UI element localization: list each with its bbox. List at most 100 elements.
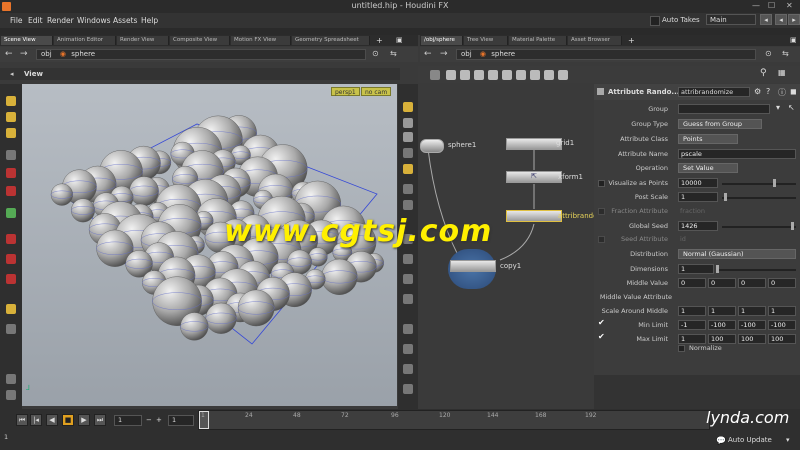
select-edges-icon[interactable] — [6, 128, 16, 138]
auto-takes-checkbox[interactable] — [650, 16, 660, 26]
pin-icon[interactable]: ⊙ — [765, 49, 772, 58]
middle-value-z[interactable]: 0 — [738, 278, 766, 288]
shaded-icon[interactable] — [403, 132, 413, 142]
tools-menu-icon[interactable] — [6, 390, 16, 400]
menu-windows[interactable]: Windows — [77, 16, 110, 25]
menu-edit[interactable]: Edit — [28, 16, 43, 25]
jump-end-icon[interactable]: ⏭ — [94, 414, 106, 426]
max-limit-w[interactable]: 100 — [768, 334, 796, 344]
pane-menu-icon[interactable]: ▣ — [396, 36, 403, 44]
play-icon[interactable]: ▶ — [78, 414, 90, 426]
chat-icon[interactable]: 💬 — [716, 436, 726, 445]
display-options-icon[interactable] — [6, 374, 16, 384]
select-tool-icon[interactable] — [6, 96, 16, 106]
distribution-dropdown[interactable]: Normal (Gaussian) — [678, 249, 796, 259]
tab-scene-view[interactable]: Scene View — [1, 36, 53, 45]
scale-middle-w[interactable]: 1 — [768, 306, 796, 316]
tab-animation-editor[interactable]: Animation Editor — [54, 36, 116, 45]
snap-icon[interactable] — [6, 304, 16, 314]
desktop-next-icon[interactable]: ▸ — [788, 14, 800, 25]
normal-display-icon[interactable] — [403, 254, 413, 264]
post-scale-slider[interactable] — [722, 197, 796, 199]
operation-dropdown[interactable]: Set Value — [678, 163, 738, 173]
play-reverse-icon[interactable]: ◀ — [46, 414, 58, 426]
back-arrow-icon[interactable]: ← — [424, 49, 432, 59]
rotate-tool-icon[interactable] — [6, 168, 16, 178]
search-icon[interactable]: ⚲ — [760, 68, 767, 78]
post-scale-field[interactable]: 1 — [678, 192, 718, 202]
tab-composite-view[interactable]: Composite View — [170, 36, 230, 45]
step-plus-icon[interactable]: + — [156, 416, 162, 424]
seed-attribute-field[interactable]: id — [680, 235, 686, 243]
shape-palette-icon[interactable] — [516, 70, 526, 80]
magnet-icon[interactable] — [6, 274, 16, 284]
ghost-icon[interactable] — [403, 200, 413, 210]
pane-menu-icon[interactable]: ▣ — [790, 36, 797, 44]
primitive-display-icon[interactable] — [403, 294, 413, 304]
stop-icon[interactable]: ■ — [62, 414, 74, 426]
forward-arrow-icon[interactable]: → — [20, 49, 28, 59]
camera-icon[interactable] — [403, 184, 413, 194]
node-name-field[interactable]: attribrandomize — [678, 87, 750, 97]
dimensions-slider-knob[interactable] — [716, 265, 719, 273]
visualize-points-field[interactable]: 10000 — [678, 178, 718, 188]
network-tool-icon[interactable] — [430, 70, 440, 80]
current-frame-field[interactable]: 1 — [114, 415, 142, 426]
color-palette-icon[interactable] — [502, 70, 512, 80]
min-limit-y[interactable]: -100 — [708, 320, 736, 330]
gear-icon[interactable]: ⚙ — [754, 87, 761, 96]
tile-mode-icon[interactable] — [460, 70, 470, 80]
tab-asset-browser[interactable]: Asset Browser — [568, 36, 622, 45]
camera-badge[interactable]: no cam — [361, 87, 392, 96]
camera-mode-badge[interactable]: persp1 — [331, 87, 360, 96]
path-root[interactable]: obj — [461, 50, 472, 58]
vertex-display-icon[interactable] — [403, 274, 413, 284]
subnet-icon[interactable] — [558, 70, 568, 80]
forward-arrow-icon[interactable]: → — [440, 49, 448, 59]
text-display-icon[interactable] — [403, 384, 413, 394]
min-limit-z[interactable]: -100 — [738, 320, 766, 330]
add-tab-icon[interactable]: + — [376, 36, 383, 45]
dimensions-slider[interactable] — [718, 269, 796, 271]
attribute-name-field[interactable]: pscale — [678, 149, 796, 159]
sticky-note-icon[interactable] — [544, 70, 554, 80]
tab-render-view[interactable]: Render View — [117, 36, 169, 45]
path-node[interactable]: sphere — [491, 50, 515, 58]
help-icon[interactable]: ? — [766, 87, 770, 96]
scale-tool-icon[interactable] — [6, 186, 16, 196]
global-seed-field[interactable]: 1426 — [678, 221, 718, 231]
normalize-checkbox[interactable] — [678, 345, 685, 352]
view-tool-icon[interactable] — [6, 254, 16, 264]
min-limit-w[interactable]: -100 — [768, 320, 796, 330]
move-tool-icon[interactable] — [6, 150, 16, 160]
step-minus-icon[interactable]: − — [146, 416, 152, 424]
info-icon[interactable]: ⓘ — [778, 87, 786, 98]
desktop-dropdown[interactable]: Main — [706, 14, 756, 25]
middle-value-w[interactable]: 0 — [768, 278, 796, 288]
fraction-attribute-field[interactable]: fraction — [680, 207, 705, 215]
link-icon[interactable]: ⇆ — [390, 49, 397, 58]
group-arrow-icon[interactable]: ▾ — [776, 103, 780, 112]
node-attribrandomize[interactable] — [506, 210, 562, 222]
tab-geometry-spreadsheet[interactable]: Geometry Spreadsheet — [292, 36, 370, 45]
global-seed-slider-knob[interactable] — [791, 222, 794, 230]
visualize-slider[interactable] — [722, 183, 796, 185]
attribute-class-dropdown[interactable]: Points — [678, 134, 738, 144]
path-root[interactable]: obj — [41, 50, 52, 58]
start-frame-field[interactable]: 1 — [2, 432, 24, 442]
menu-help[interactable]: Help — [141, 16, 158, 25]
step-back-icon[interactable]: |◂ — [30, 414, 42, 426]
select-points-icon[interactable] — [6, 112, 16, 122]
middle-value-y[interactable]: 0 — [708, 278, 736, 288]
add-tab-icon[interactable]: + — [628, 36, 635, 45]
menu-assets[interactable]: Assets — [113, 16, 137, 25]
lighting-icon[interactable] — [403, 148, 413, 158]
post-scale-slider-knob[interactable] — [724, 193, 727, 201]
menu-render[interactable]: Render — [47, 16, 74, 25]
auto-update-dropdown[interactable]: Auto Update — [728, 436, 772, 444]
pin-icon[interactable]: ⊙ — [372, 49, 379, 58]
grid-display-icon[interactable] — [403, 324, 413, 334]
minimize-icon[interactable]: — — [752, 1, 760, 10]
jump-start-icon[interactable]: ⏮ — [16, 414, 28, 426]
right-path-field[interactable]: obj ◉ sphere — [456, 49, 756, 60]
